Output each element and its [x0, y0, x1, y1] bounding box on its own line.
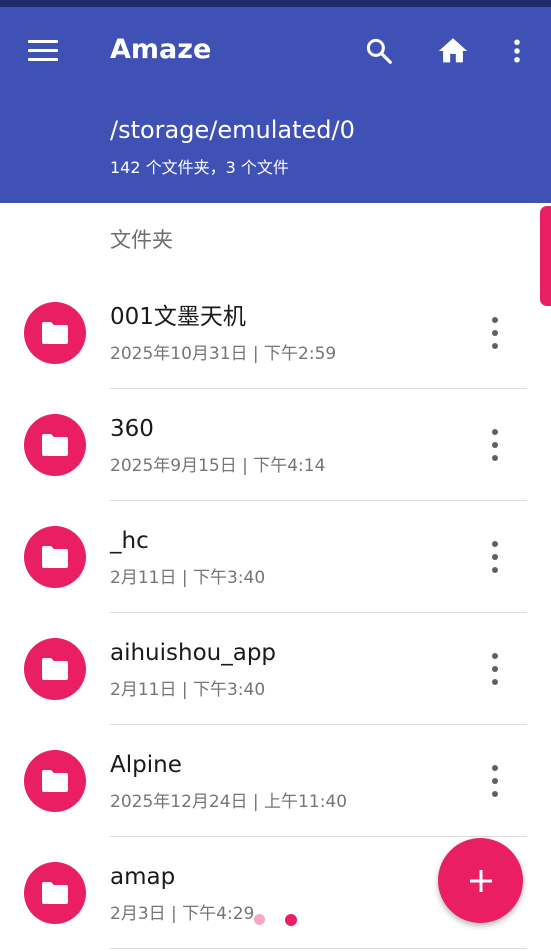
- item-more-icon[interactable]: [480, 429, 510, 461]
- item-date: 2月11日 | 下午3:40: [110, 568, 266, 588]
- divider: [110, 948, 527, 949]
- item-more-icon[interactable]: [480, 317, 510, 349]
- item-name: _hc: [110, 528, 149, 554]
- item-date: 2月3日 | 下午4:29: [110, 904, 255, 924]
- add-fab-button[interactable]: [438, 838, 523, 923]
- list-item[interactable]: 001文墨天机 2025年10月31日 | 下午2:59: [0, 277, 551, 389]
- app-bar: Amaze /storage/emulated/0 142 个文件夹，3 个文件: [0, 7, 551, 203]
- item-date: 2025年12月24日 | 上午11:40: [110, 792, 348, 812]
- loading-dot: [254, 914, 265, 925]
- folder-icon: [24, 750, 86, 812]
- list-item[interactable]: 360 2025年9月15日 | 下午4:14: [0, 389, 551, 501]
- list-item[interactable]: _hc 2月11日 | 下午3:40: [0, 501, 551, 613]
- folder-icon: [24, 638, 86, 700]
- item-more-icon[interactable]: [480, 765, 510, 797]
- item-name: 001文墨天机: [110, 304, 246, 330]
- item-name: amap: [110, 864, 176, 890]
- folder-icon: [24, 302, 86, 364]
- item-more-icon[interactable]: [480, 541, 510, 573]
- list-item[interactable]: aihuishou_app 2月11日 | 下午3:40: [0, 613, 551, 725]
- folder-icon: [24, 414, 86, 476]
- item-more-icon[interactable]: [480, 653, 510, 685]
- plus-icon: [469, 869, 492, 892]
- folder-summary: 142 个文件夹，3 个文件: [110, 158, 289, 177]
- search-icon[interactable]: [359, 31, 399, 71]
- item-name: aihuishou_app: [110, 640, 277, 666]
- list-item[interactable]: Alpine 2025年12月24日 | 上午11:40: [0, 725, 551, 837]
- home-icon[interactable]: [433, 31, 473, 71]
- item-name: Alpine: [110, 752, 182, 778]
- folder-icon: [24, 862, 86, 924]
- section-header-folders: 文件夹: [110, 228, 173, 252]
- item-date: 2025年10月31日 | 下午2:59: [110, 344, 337, 364]
- current-path[interactable]: /storage/emulated/0: [110, 113, 355, 147]
- app-title: Amaze: [110, 34, 212, 65]
- folder-icon: [24, 526, 86, 588]
- hamburger-menu-icon[interactable]: [24, 33, 62, 67]
- item-date: 2025年9月15日 | 下午4:14: [110, 456, 326, 476]
- item-name: 360: [110, 416, 154, 442]
- loading-dot: [285, 914, 297, 926]
- more-vert-icon[interactable]: [497, 31, 537, 71]
- item-date: 2月11日 | 下午3:40: [110, 680, 266, 700]
- status-bar: [0, 0, 551, 7]
